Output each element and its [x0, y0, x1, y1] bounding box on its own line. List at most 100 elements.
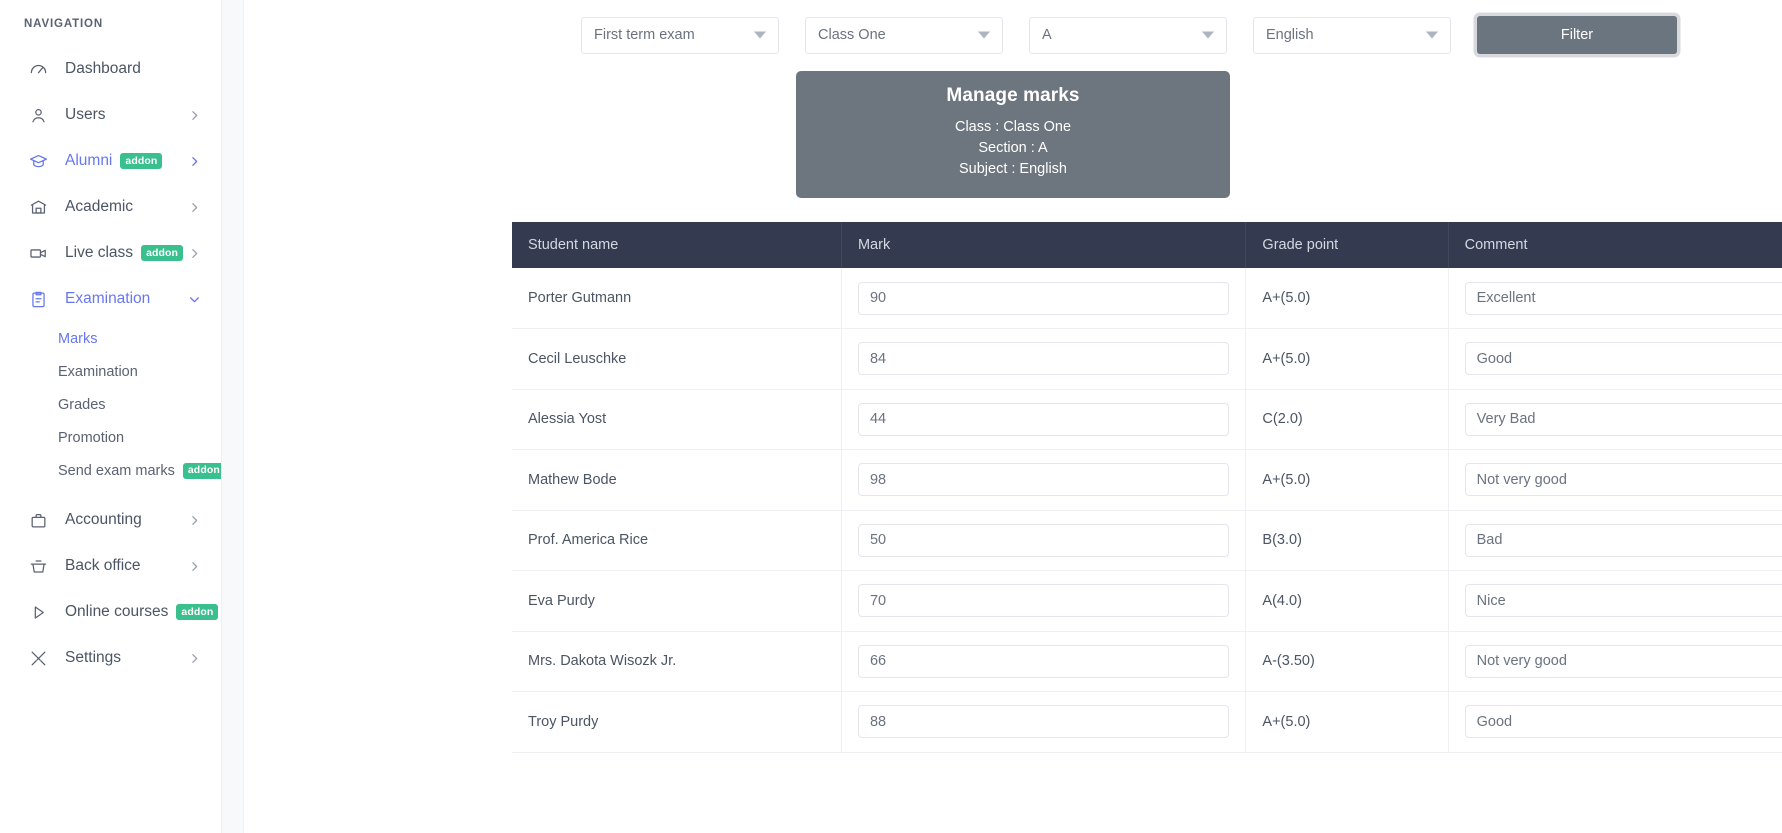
- sidebar-nav-list-bottom: Accounting Back office: [0, 497, 221, 681]
- cell-student-name: Alessia Yost: [512, 389, 841, 450]
- content-area: First term exam Class One A: [244, 0, 1782, 833]
- cell-comment: [1448, 268, 1782, 329]
- sidebar-item-label: Alumni: [65, 152, 112, 170]
- marks-table-body: Porter GutmannA+(5.0)Cecil LeuschkeA+(5.…: [512, 268, 1782, 752]
- manage-marks-card: Manage marks Class : Class One Section :…: [796, 71, 1230, 198]
- sidebar-subitem-promotion[interactable]: Promotion: [0, 421, 221, 454]
- sidebar-subitem-label: Promotion: [58, 430, 124, 446]
- cell-grade-point: B(3.0): [1246, 510, 1448, 571]
- comment-input[interactable]: [1465, 584, 1782, 617]
- sidebar-item-label: Academic: [65, 198, 133, 216]
- filter-button[interactable]: Filter: [1477, 16, 1677, 54]
- cell-comment: [1448, 450, 1782, 511]
- sidebar-item-label: Accounting: [65, 511, 142, 529]
- sidebar-item-alumni[interactable]: Alumni addon: [0, 138, 221, 184]
- section-select-value: A: [1042, 27, 1052, 43]
- sidebar-subitem-marks[interactable]: Marks: [0, 322, 221, 355]
- mark-input[interactable]: [858, 645, 1229, 678]
- chevron-right-icon: [188, 247, 201, 260]
- comment-input[interactable]: [1465, 705, 1782, 738]
- cell-comment: [1448, 510, 1782, 571]
- mark-input[interactable]: [858, 403, 1229, 436]
- subject-select[interactable]: English: [1253, 17, 1451, 54]
- sidebar-item-online-courses[interactable]: Online courses addon: [0, 589, 221, 635]
- header-grade-point: Grade point: [1246, 222, 1448, 268]
- mark-input[interactable]: [858, 584, 1229, 617]
- sidebar-item-label: Back office: [65, 557, 141, 575]
- sidebar: NAVIGATION Dashboard Users: [0, 0, 222, 833]
- manage-marks-class: Class : Class One: [806, 117, 1220, 138]
- mark-input[interactable]: [858, 524, 1229, 557]
- comment-input[interactable]: [1465, 524, 1782, 557]
- chevron-down-icon: [978, 32, 990, 39]
- cell-mark: [841, 631, 1245, 692]
- comment-input[interactable]: [1465, 403, 1782, 436]
- addon-badge: addon: [176, 604, 218, 620]
- exam-select[interactable]: First term exam: [581, 17, 779, 54]
- sidebar-item-users[interactable]: Users: [0, 92, 221, 138]
- mark-input[interactable]: [858, 463, 1229, 496]
- sidebar-subitem-label: Marks: [58, 331, 97, 347]
- marks-table-wrap: Student name Mark Grade point Comment Ac…: [244, 222, 1782, 753]
- cell-grade-point: A+(5.0): [1246, 692, 1448, 753]
- chevron-right-icon: [188, 652, 201, 665]
- cell-mark: [841, 268, 1245, 329]
- mark-input[interactable]: [858, 342, 1229, 375]
- sidebar-subitem-label: Send exam marks: [58, 463, 175, 479]
- comment-input[interactable]: [1465, 463, 1782, 496]
- table-row: Eva Purdy A(4.0): [512, 571, 1782, 632]
- table-row: Cecil Leuschke A+(5.0): [512, 329, 1782, 390]
- chevron-down-icon: [754, 32, 766, 39]
- manage-marks-card-wrap: Manage marks Class : Class One Section :…: [244, 71, 1782, 198]
- sidebar-item-back-office[interactable]: Back office: [0, 543, 221, 589]
- table-row: Troy PurdyA+(5.0): [512, 692, 1782, 753]
- cell-mark: [841, 510, 1245, 571]
- tools-icon: [27, 647, 49, 669]
- table-row: Alessia YostC(2.0): [512, 389, 1782, 450]
- class-select-wrap: Class One: [805, 17, 1003, 54]
- addon-badge: addon: [183, 463, 222, 479]
- sidebar-item-label: Settings: [65, 649, 121, 667]
- addon-badge: addon: [120, 153, 162, 169]
- navigation-heading: NAVIGATION: [0, 8, 221, 34]
- sidebar-subitem-send-exam-marks[interactable]: Send exam marks addon: [0, 454, 221, 487]
- page-scrollbar-track[interactable]: [222, 0, 244, 833]
- sidebar-subitem-examination[interactable]: Examination: [0, 355, 221, 388]
- school-icon: [27, 196, 49, 218]
- sidebar-item-label: Dashboard: [65, 60, 141, 78]
- section-select[interactable]: A: [1029, 17, 1227, 54]
- comment-input[interactable]: [1465, 342, 1782, 375]
- cell-comment: [1448, 692, 1782, 753]
- cell-mark: [841, 329, 1245, 390]
- sidebar-item-dashboard[interactable]: Dashboard: [0, 46, 221, 92]
- cell-comment: [1448, 329, 1782, 390]
- sidebar-subitem-grades[interactable]: Grades: [0, 388, 221, 421]
- cell-student-name: Mathew Bode: [512, 450, 841, 511]
- chevron-right-icon: [188, 514, 201, 527]
- manage-marks-section: Section : A: [806, 138, 1220, 159]
- sidebar-item-settings[interactable]: Settings: [0, 635, 221, 681]
- cell-student-name: Eva Purdy: [512, 571, 841, 632]
- chevron-down-icon: [188, 293, 201, 306]
- subject-select-value: English: [1266, 27, 1314, 43]
- comment-input[interactable]: [1465, 645, 1782, 678]
- cell-student-name: Prof. America Rice: [512, 510, 841, 571]
- mark-input[interactable]: [858, 705, 1229, 738]
- cell-student-name: Cecil Leuschke: [512, 329, 841, 390]
- sidebar-item-examination[interactable]: Examination: [0, 276, 221, 322]
- sidebar-item-accounting[interactable]: Accounting: [0, 497, 221, 543]
- app-root: NAVIGATION Dashboard Users: [0, 0, 1782, 833]
- exam-select-wrap: First term exam: [581, 17, 779, 54]
- sidebar-item-live-class[interactable]: Live class addon: [0, 230, 221, 276]
- comment-input[interactable]: [1465, 282, 1782, 315]
- chevron-right-icon: [188, 560, 201, 573]
- cell-comment: [1448, 631, 1782, 692]
- cell-comment: [1448, 571, 1782, 632]
- cell-grade-point: A(4.0): [1246, 571, 1448, 632]
- class-select[interactable]: Class One: [805, 17, 1003, 54]
- cell-grade-point: A+(5.0): [1246, 329, 1448, 390]
- mark-input[interactable]: [858, 282, 1229, 315]
- sidebar-subitem-label: Examination: [58, 364, 138, 380]
- table-row: Mathew BodeA+(5.0): [512, 450, 1782, 511]
- sidebar-item-academic[interactable]: Academic: [0, 184, 221, 230]
